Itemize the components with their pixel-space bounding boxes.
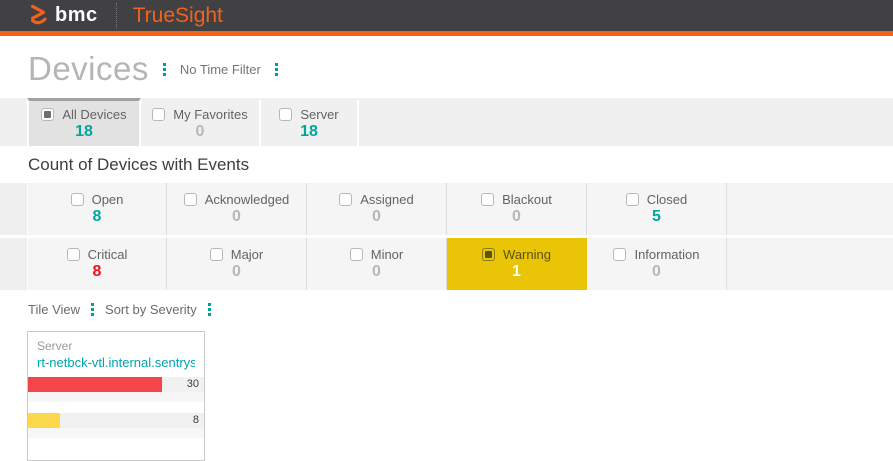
tile-label: Assigned — [360, 192, 414, 207]
tile-label: Warning — [503, 247, 551, 262]
status-tile-blackout[interactable]: Blackout 0 — [447, 183, 587, 235]
status-tile-open[interactable]: Open 8 — [27, 183, 167, 235]
tile-count: 0 — [372, 208, 381, 225]
device-type-label: Server — [37, 339, 73, 353]
tile-count: 5 — [652, 208, 661, 225]
status-row-filler — [727, 183, 893, 235]
tile-label: Information — [634, 247, 700, 262]
tabs-row-filler — [359, 98, 893, 146]
tile-count: 8 — [92, 208, 102, 225]
product-name: TrueSight — [132, 3, 223, 27]
severity-tile-warning[interactable]: Warning 1 — [447, 238, 587, 290]
tile-label: Minor — [370, 247, 404, 262]
warning-bar-value: 8 — [192, 414, 199, 426]
minor-checkbox[interactable] — [349, 248, 363, 261]
blackout-checkbox[interactable] — [481, 193, 495, 206]
page-menu-icon[interactable] — [161, 61, 168, 78]
status-tile-acknowledged[interactable]: Acknowledged 0 — [167, 183, 307, 235]
status-tile-closed[interactable]: Closed 5 — [587, 183, 727, 235]
time-filter-label: No Time Filter — [179, 61, 261, 77]
warning-bar-subtrack — [28, 428, 204, 438]
tile-count: 0 — [372, 263, 381, 280]
severity-tile-major[interactable]: Major 0 — [167, 238, 307, 290]
tile-label: Blackout — [502, 192, 552, 207]
critical-bar-subtrack — [28, 392, 204, 402]
tile-label: Critical — [87, 247, 128, 262]
app-header: bmc TrueSight — [0, 0, 893, 36]
bar-gap — [28, 402, 204, 413]
status-count-row: Open 8 Acknowledged 0 Assigned 0 Blackou… — [0, 183, 893, 235]
open-checkbox[interactable] — [70, 193, 84, 206]
sort-menu-icon[interactable] — [206, 301, 213, 318]
tile-label: Major — [230, 247, 264, 262]
time-filter-menu-icon[interactable] — [273, 61, 280, 78]
tab-count: 0 — [195, 122, 205, 140]
severity-tile-information[interactable]: Information 0 — [587, 238, 727, 290]
tab-all-devices[interactable]: All Devices 18 — [27, 98, 141, 146]
critical-checkbox[interactable] — [66, 248, 80, 261]
server-checkbox[interactable] — [279, 107, 293, 121]
bmc-chevron-icon — [31, 4, 47, 24]
device-group-tabs: All Devices 18 My Favorites 0 Server 18 — [0, 98, 893, 146]
warning-bar-row: 8 — [28, 413, 204, 428]
page-title-row: Devices No Time Filter — [0, 36, 893, 98]
tab-count: 18 — [300, 122, 318, 140]
tile-count: 0 — [232, 263, 241, 280]
tab-count: 18 — [75, 122, 93, 140]
tile-label: Acknowledged — [204, 192, 290, 207]
tile-count: 0 — [652, 263, 661, 280]
severity-tile-minor[interactable]: Minor 0 — [307, 238, 447, 290]
device-name-link[interactable]: rt-netbck-vtl.internal.sentrys... — [37, 355, 195, 370]
tab-label: My Favorites — [173, 106, 248, 122]
severity-tile-critical[interactable]: Critical 8 — [27, 238, 167, 290]
major-checkbox[interactable] — [209, 248, 223, 261]
my-favorites-checkbox[interactable] — [152, 107, 166, 121]
tile-count: 8 — [92, 263, 102, 280]
critical-bar-value: 30 — [186, 378, 199, 390]
tile-count: 1 — [512, 263, 521, 280]
section-title: Count of Devices with Events — [28, 155, 250, 174]
bmc-logo: bmc — [28, 4, 98, 28]
assigned-checkbox[interactable] — [339, 193, 353, 206]
acknowledged-checkbox[interactable] — [183, 193, 197, 206]
critical-bar — [28, 377, 162, 392]
severity-count-row: Critical 8 Major 0 Minor 0 Warning 1 Inf… — [0, 238, 893, 290]
tile-view-menu-icon[interactable] — [89, 301, 96, 318]
device-tile[interactable]: Server rt-netbck-vtl.internal.sentrys...… — [27, 331, 205, 461]
tab-my-favorites[interactable]: My Favorites 0 — [141, 98, 261, 146]
tile-count: 0 — [512, 208, 521, 225]
closed-checkbox[interactable] — [625, 193, 639, 206]
tile-label: Closed — [646, 192, 688, 207]
warning-bar — [28, 413, 60, 428]
severity-row-filler — [727, 238, 893, 290]
status-tile-assigned[interactable]: Assigned 0 — [307, 183, 447, 235]
tile-view-label[interactable]: Tile View — [28, 302, 80, 317]
tab-label: Server — [300, 106, 339, 122]
tile-label: Open — [91, 192, 124, 207]
tab-server[interactable]: Server 18 — [261, 98, 359, 146]
bmc-logo-text: bmc — [55, 4, 98, 26]
tile-count: 0 — [232, 208, 241, 225]
topbar-divider — [115, 2, 117, 29]
page-title: Devices — [28, 50, 149, 87]
critical-bar-row: 30 — [28, 377, 204, 392]
sort-by-severity-label[interactable]: Sort by Severity — [105, 302, 197, 317]
warning-checkbox[interactable] — [482, 248, 496, 261]
information-checkbox[interactable] — [613, 248, 627, 261]
all-devices-checkbox[interactable] — [41, 107, 55, 121]
tab-label: All Devices — [62, 106, 127, 122]
view-toolbar: Tile View Sort by Severity — [28, 301, 893, 318]
